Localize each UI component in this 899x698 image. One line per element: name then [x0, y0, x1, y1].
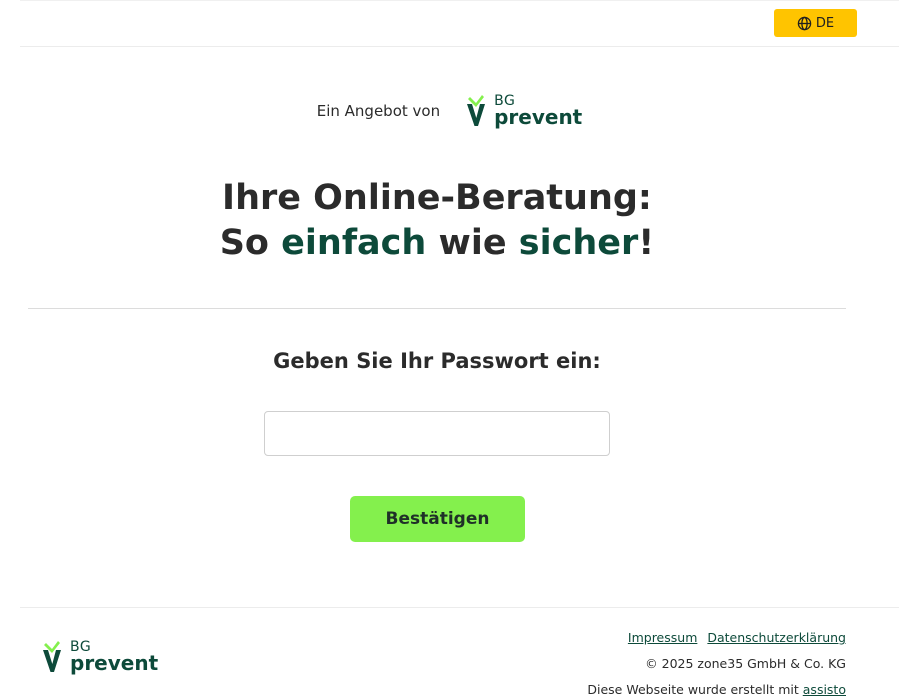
offer-text: Ein Angebot von [316, 101, 441, 120]
assisto-link[interactable]: assisto [803, 682, 846, 697]
password-input[interactable] [264, 411, 610, 456]
confirm-button[interactable]: Bestätigen [350, 496, 525, 542]
credit-label: Diese Webseite wurde erstellt mit [587, 682, 803, 697]
logo-large-text: prevent [494, 105, 583, 129]
headline-line2-part2: wie [426, 223, 519, 263]
headline-line2-part1: So [219, 223, 282, 263]
offer-row: Ein Angebot von BG prevent [0, 94, 899, 127]
globe-icon [797, 16, 812, 30]
credit-text: Diese Webseite wurde erstellt mit assist… [587, 682, 846, 697]
footer-logo-large-text: prevent [70, 651, 159, 675]
headline-accent-einfach: einfach [281, 223, 427, 263]
v-mark-icon [467, 94, 486, 126]
imprint-link[interactable]: Impressum [628, 630, 697, 645]
headline-line2-end: ! [638, 223, 655, 263]
bg-prevent-logo: BG prevent [464, 94, 582, 127]
divider [28, 308, 846, 309]
language-button[interactable]: DE [774, 9, 857, 37]
headline-line1: Ihre Online-Beratung: [222, 178, 652, 218]
page-title: Ihre Online-Beratung: So einfach wie sic… [0, 176, 874, 266]
v-mark-icon [43, 640, 61, 672]
password-prompt: Geben Sie Ihr Passwort ein: [273, 349, 601, 373]
top-bar: DE [20, 0, 899, 47]
footer-links: Impressum Datenschutzerklärung [628, 630, 846, 645]
footer: BG prevent Impressum Datenschutzerklärun… [20, 607, 899, 698]
footer-logo: BG prevent [40, 640, 158, 673]
privacy-link[interactable]: Datenschutzerklärung [707, 630, 846, 645]
language-label: DE [815, 15, 835, 31]
copyright-text: © 2025 zone35 GmbH & Co. KG [645, 656, 846, 671]
headline-accent-sicher: sicher [518, 223, 639, 263]
